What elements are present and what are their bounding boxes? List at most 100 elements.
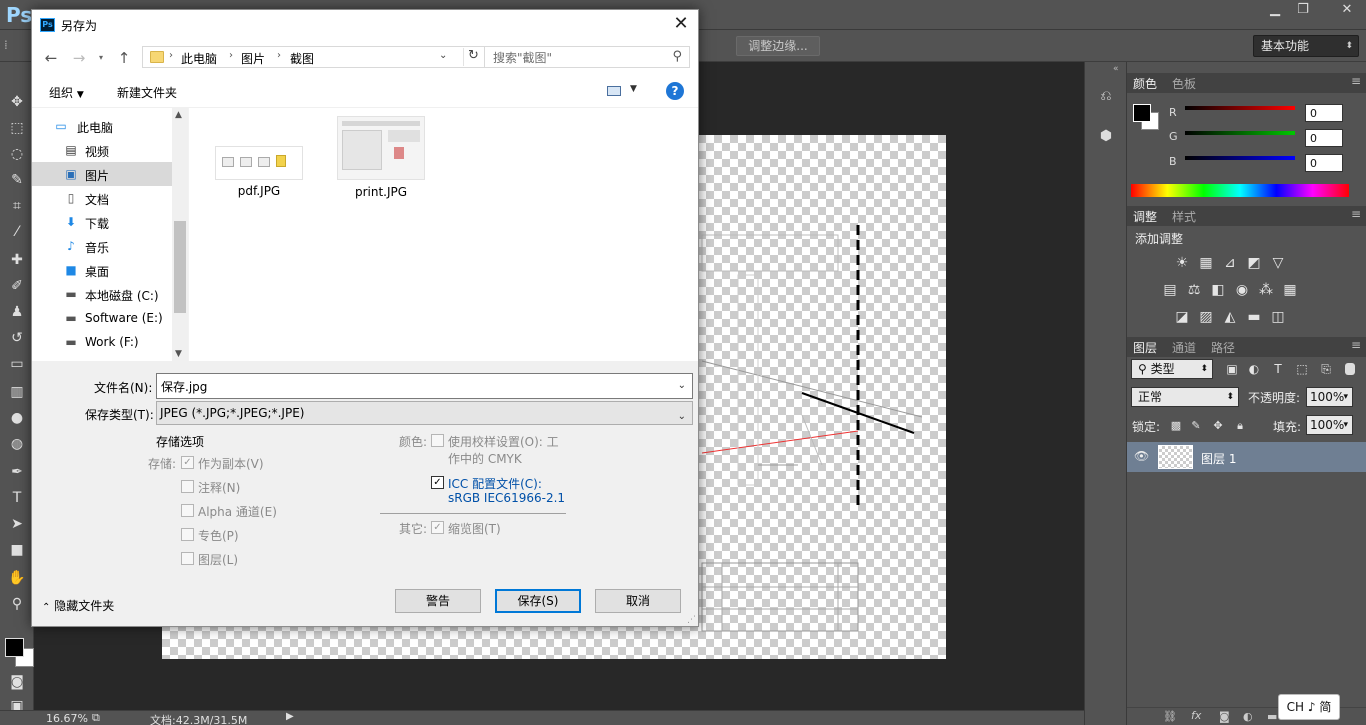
new-adjustment-icon[interactable]: ◐	[1243, 710, 1253, 723]
close-icon[interactable]: ✕	[670, 13, 692, 35]
panel-menu-icon[interactable]: ≡	[1351, 207, 1361, 221]
vibrance-icon[interactable]: ▽	[1269, 254, 1287, 272]
move-tool-icon[interactable]: ✥	[7, 92, 27, 112]
restore-icon[interactable]: ❐	[1289, 0, 1317, 20]
lasso-tool-icon[interactable]: ◌	[7, 144, 27, 164]
filename-combobox[interactable]: ⌄	[156, 373, 693, 399]
spot-colors-checkbox[interactable]	[181, 528, 194, 541]
minimize-icon[interactable]: ▁	[1261, 0, 1289, 20]
lock-image-icon[interactable]: ✎	[1187, 417, 1205, 435]
channel-b-value[interactable]: 0	[1305, 154, 1343, 172]
color-fg-swatch[interactable]	[1133, 104, 1151, 122]
ime-indicator[interactable]: CH ♪ 简	[1278, 694, 1340, 720]
layer-filter-select[interactable]: ⚲ 类型 ⬍	[1131, 359, 1213, 379]
selective-color-icon[interactable]: ◫	[1269, 308, 1287, 326]
search-box[interactable]: ⚲	[484, 46, 690, 68]
resize-grip-icon[interactable]: ⋰	[687, 615, 696, 625]
nav-item-drive-e[interactable]: ▬ Software (E:)	[32, 306, 172, 330]
tab-paths[interactable]: 路径	[1211, 339, 1235, 356]
up-arrow-icon[interactable]: ↑	[115, 49, 133, 67]
refresh-icon[interactable]: ↻	[463, 48, 483, 66]
type-tool-icon[interactable]: T	[7, 488, 27, 508]
layer-style-icon[interactable]: fx	[1191, 709, 1201, 722]
nav-item-music[interactable]: ♪ 音乐	[32, 234, 172, 258]
breadcrumb-separator-icon[interactable]: ›	[277, 50, 281, 61]
photo-filter-icon[interactable]: ◉	[1233, 281, 1251, 299]
dropdown-icon[interactable]: ⌄	[678, 380, 686, 391]
tab-layers[interactable]: 图层	[1133, 339, 1157, 356]
zoom-tool-icon[interactable]: ⚲	[7, 594, 27, 614]
panel-menu-icon[interactable]: ≡	[1351, 74, 1361, 88]
brightness-icon[interactable]: ☀	[1173, 254, 1191, 272]
recent-dropdown-icon[interactable]: ▾	[92, 49, 110, 67]
color-balance-icon[interactable]: ⚖	[1185, 281, 1203, 299]
foreground-color-swatch[interactable]	[5, 638, 24, 657]
filter-toggle[interactable]	[1345, 363, 1355, 375]
refine-edge-button[interactable]: 调整边缘...	[736, 36, 820, 56]
scrollbar-thumb[interactable]	[174, 221, 186, 313]
breadcrumb-this-pc[interactable]: 此电脑	[181, 50, 217, 67]
help-icon[interactable]: ?	[666, 82, 684, 100]
thumbnail-checkbox[interactable]: ✓	[431, 521, 444, 534]
search-icon[interactable]: ⚲	[672, 49, 682, 64]
brush-tool-icon[interactable]: ✐	[7, 276, 27, 296]
organize-menu[interactable]: 组织 ▼	[49, 84, 84, 101]
shape-tool-icon[interactable]: ■	[7, 540, 27, 560]
channel-g-value[interactable]: 0	[1305, 129, 1343, 147]
history-panel-icon[interactable]: ⎌	[1097, 88, 1115, 106]
warning-button[interactable]: 警告	[395, 589, 481, 613]
channel-mixer-icon[interactable]: ⁂	[1257, 281, 1275, 299]
channel-r-slider[interactable]	[1185, 106, 1295, 110]
new-group-icon[interactable]: ▬	[1267, 710, 1277, 723]
collapse-icon[interactable]: «	[1113, 64, 1119, 74]
filter-adjustment-icon[interactable]: ◐	[1245, 360, 1263, 378]
cancel-button[interactable]: 取消	[595, 589, 681, 613]
fill-input[interactable]: 100% ▾	[1306, 415, 1353, 435]
eraser-tool-icon[interactable]: ▭	[7, 354, 27, 374]
pen-tool-icon[interactable]: ✒	[7, 462, 27, 482]
layer-name[interactable]: 图层 1	[1201, 450, 1236, 467]
filename-input[interactable]	[161, 378, 661, 394]
breadcrumb-separator-icon[interactable]: ›	[229, 50, 233, 61]
file-item[interactable]: print.JPG	[333, 116, 429, 204]
nav-item-downloads[interactable]: ⬇ 下载	[32, 210, 172, 234]
hue-saturation-icon[interactable]: ▤	[1161, 281, 1179, 299]
invert-icon[interactable]: ◪	[1173, 308, 1191, 326]
threshold-icon[interactable]: ◭	[1221, 308, 1239, 326]
view-dropdown-icon[interactable]: ▼	[630, 84, 637, 94]
healing-tool-icon[interactable]: ✚	[7, 250, 27, 270]
scroll-down-icon[interactable]: ▼	[175, 349, 182, 359]
marquee-tool-icon[interactable]: ⬚	[7, 118, 27, 138]
breadcrumb-screenshots[interactable]: 截图	[290, 50, 314, 67]
nav-item-videos[interactable]: ▤ 视频	[32, 138, 172, 162]
visibility-eye-icon[interactable]: 👁︎	[1134, 449, 1149, 463]
posterize-icon[interactable]: ▨	[1197, 308, 1215, 326]
opacity-input[interactable]: 100% ▾	[1306, 387, 1353, 407]
tab-adjustments[interactable]: 调整	[1133, 208, 1157, 225]
proof-setup-checkbox[interactable]	[431, 434, 444, 447]
breadcrumb-separator-icon[interactable]: ›	[169, 50, 173, 61]
alpha-channels-checkbox[interactable]	[181, 504, 194, 517]
back-arrow-icon[interactable]: ←	[42, 49, 60, 67]
levels-icon[interactable]: ▦	[1197, 254, 1215, 272]
hand-tool-icon[interactable]: ✋	[7, 568, 27, 588]
color-lookup-icon[interactable]: ▦	[1281, 281, 1299, 299]
blur-tool-icon[interactable]: ●	[7, 408, 27, 428]
quick-mask-icon[interactable]: ◙	[7, 672, 27, 692]
as-copy-checkbox[interactable]: ✓	[181, 456, 194, 469]
app-close-icon[interactable]: ✕	[1333, 0, 1361, 20]
lock-transparent-icon[interactable]: ▩	[1167, 417, 1185, 435]
exposure-icon[interactable]: ◩	[1245, 254, 1263, 272]
gradient-tool-icon[interactable]: ▥	[7, 382, 27, 402]
crop-tool-icon[interactable]: ⌗	[7, 196, 27, 216]
lock-all-icon[interactable]: 🔒︎	[1231, 417, 1249, 435]
dialog-titlebar[interactable]: Ps 另存为 ✕	[32, 10, 698, 40]
breadcrumb-pictures[interactable]: 图片	[241, 50, 265, 67]
channel-g-slider[interactable]	[1185, 131, 1295, 135]
filetype-select[interactable]: JPEG (*.JPG;*.JPEG;*.JPE) ⌄	[156, 401, 693, 425]
layer-row[interactable]: 👁︎ 图层 1	[1127, 442, 1366, 472]
address-bar[interactable]: › 此电脑 › 图片 › 截图 ⌄ ↻	[142, 46, 506, 68]
workspace-select[interactable]: 基本功能 ⬍	[1253, 35, 1359, 57]
history-brush-icon[interactable]: ↺	[7, 328, 27, 348]
layers-checkbox[interactable]	[181, 552, 194, 565]
